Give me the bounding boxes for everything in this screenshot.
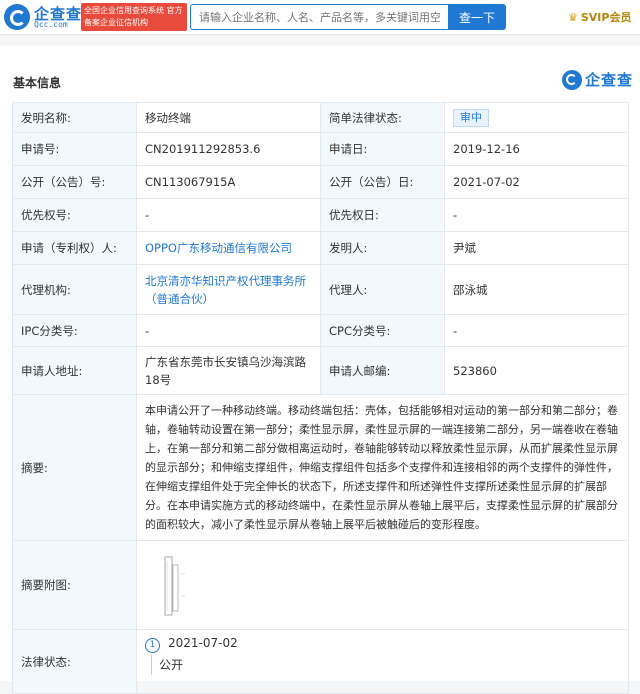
priority-date-label: 优先权日:	[320, 198, 445, 232]
svip-label: SVIP会员	[580, 11, 632, 24]
table-row: IPC分类号: - CPC分类号: -	[12, 314, 629, 347]
abstract-label: 摘要:	[12, 394, 137, 541]
app-date-value: 2019-12-16	[444, 132, 629, 166]
figure-label: 摘要附图:	[12, 540, 137, 630]
agent-value: 邵泳城	[444, 264, 629, 315]
table-row: 发明名称: 移动终端 简单法律状态: 审中	[12, 102, 629, 133]
address-label: 申请人地址:	[12, 346, 137, 395]
invention-name-label: 发明名称:	[12, 102, 137, 133]
legal-label: 法律状态:	[12, 629, 137, 694]
table-row: 摘要附图:	[12, 540, 629, 630]
legal-event-date: 2021-07-02	[168, 636, 238, 650]
legal-timeline: 1 2021-07-02 公开	[145, 630, 620, 693]
qcc-logo-icon[interactable]	[4, 4, 30, 30]
invention-name-value: 移动终端	[136, 102, 321, 133]
crown-icon: ♛	[568, 11, 578, 24]
pub-no-value: CN113067915A	[136, 165, 321, 199]
table-row: 优先权号: - 优先权日: -	[12, 198, 629, 232]
top-header: 企查查 Qcc.com 全国企业信用查询系统 官方备案企业征信机构 查一下 ♛S…	[0, 0, 640, 35]
legal-status-label: 简单法律状态:	[320, 102, 445, 133]
table-row: 摘要: 本申请公开了一种移动终端。移动终端包括：壳体，包括能够相对运动的第一部分…	[12, 394, 629, 541]
certification-tag: 全国企业信用查询系统 官方备案企业征信机构	[81, 3, 187, 31]
inventor-value: 尹斌	[444, 231, 629, 265]
table-row: 公开（公告）号: CN113067915A 公开（公告）日: 2021-07-0…	[12, 165, 629, 199]
brand-domain: Qcc.com	[34, 20, 68, 29]
pub-date-value: 2021-07-02	[444, 165, 629, 199]
priority-no-label: 优先权号:	[12, 198, 137, 232]
cpc-value: -	[444, 314, 629, 347]
address-value: 广东省东莞市长安镇乌沙海滨路18号	[136, 346, 321, 395]
qcc-logo-icon	[562, 69, 582, 90]
svip-link[interactable]: ♛ SVIP会员	[568, 9, 631, 25]
agency-link[interactable]: 北京清亦华知识产权代理事务所（普通合伙）	[145, 274, 306, 306]
inventor-label: 发明人:	[320, 231, 445, 265]
section-title: 基本信息	[13, 76, 62, 90]
ipc-label: IPC分类号:	[12, 314, 137, 347]
applicant-label: 申请（专利权）人:	[12, 231, 137, 265]
table-row: 申请号: CN201911292853.6 申请日: 2019-12-16	[12, 132, 629, 166]
postcode-value: 523860	[444, 346, 629, 395]
watermark-brand: 企查查	[562, 69, 633, 90]
app-no-value: CN201911292853.6	[136, 132, 321, 166]
pub-no-label: 公开（公告）号:	[12, 165, 137, 199]
table-row: 申请（专利权）人: OPPO广东移动通信有限公司 发明人: 尹斌	[12, 231, 629, 265]
pub-date-label: 公开（公告）日:	[320, 165, 445, 199]
priority-date-value: -	[444, 198, 629, 232]
ipc-value: -	[136, 314, 321, 347]
app-date-label: 申请日:	[320, 132, 445, 166]
abstract-figure-image[interactable]	[161, 555, 191, 619]
postcode-label: 申请人邮编:	[320, 346, 445, 395]
search-input[interactable]	[191, 5, 448, 29]
priority-no-value: -	[136, 198, 321, 232]
patent-info-card: 基本信息 企查查 发明名称: 移动终端 简单法律状态: 审中 申请号: CN20…	[0, 46, 640, 694]
search-button[interactable]: 查一下	[448, 4, 506, 30]
table-row: 法律状态: 1 2021-07-02 公开	[12, 629, 629, 694]
timeline-line	[151, 655, 152, 675]
search-box	[190, 4, 448, 30]
watermark-brand-text: 企查查	[585, 71, 634, 89]
agency-label: 代理机构:	[12, 264, 137, 315]
abstract-text: 本申请公开了一种移动终端。移动终端包括：壳体，包括能够相对运动的第一部分和第二部…	[136, 394, 629, 541]
patent-info-table: 发明名称: 移动终端 简单法律状态: 审中 申请号: CN20191129285…	[12, 102, 629, 694]
legal-status-badge: 审中	[453, 109, 489, 127]
table-row: 代理机构: 北京清亦华知识产权代理事务所（普通合伙） 代理人: 邵泳城	[12, 264, 629, 315]
cpc-label: CPC分类号:	[320, 314, 445, 347]
agent-label: 代理人:	[320, 264, 445, 315]
applicant-link[interactable]: OPPO广东移动通信有限公司	[145, 241, 292, 255]
app-no-label: 申请号:	[12, 132, 137, 166]
table-row: 申请人地址: 广东省东莞市长安镇乌沙海滨路18号 申请人邮编: 523860	[12, 346, 629, 395]
legal-event-text: 公开	[159, 658, 184, 672]
legal-step-index: 1	[145, 638, 160, 653]
